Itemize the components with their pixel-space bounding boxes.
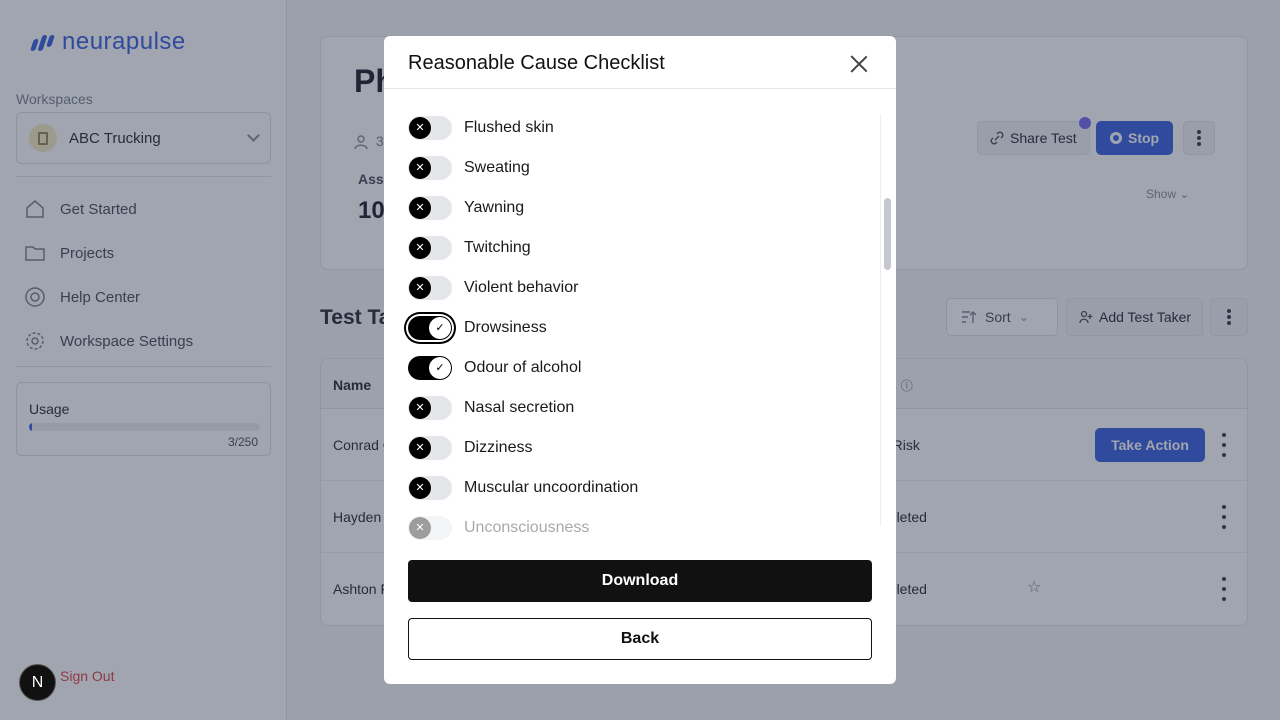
back-button[interactable]: Back [408, 618, 872, 660]
x-icon: ✕ [409, 477, 431, 499]
checklist-item-label: Nasal secretion [464, 399, 575, 416]
x-icon: ✕ [409, 117, 431, 139]
dev-badge[interactable]: N [19, 664, 56, 701]
checklist-item-label: Flushed skin [464, 119, 554, 136]
scrollbar-thumb[interactable] [884, 198, 891, 270]
close-icon[interactable] [850, 55, 868, 73]
checklist-item[interactable]: ✕ Sweating [408, 148, 530, 188]
x-icon: ✕ [409, 197, 431, 219]
checklist-item[interactable]: ✕ Unconsciousness [408, 508, 589, 540]
toggle-switch[interactable]: ✓ [408, 316, 452, 340]
modal-header: Reasonable Cause Checklist [384, 36, 896, 89]
checklist-item[interactable]: ✕ Muscular uncoordination [408, 468, 638, 508]
scrollbar-track[interactable] [880, 114, 881, 526]
toggle-switch[interactable]: ✕ [408, 156, 452, 180]
checklist-item-label: Muscular uncoordination [464, 479, 639, 496]
checklist-item-label: Odour of alcohol [464, 359, 582, 376]
checklist-item-label: Violent behavior [464, 279, 579, 296]
toggle-switch[interactable]: ✕ [408, 196, 452, 220]
toggle-switch[interactable]: ✕ [408, 516, 452, 540]
checklist-item-label: Drowsiness [464, 319, 547, 336]
checklist-item[interactable]: ✓ Drowsiness [408, 308, 547, 348]
check-icon: ✓ [429, 357, 451, 379]
checklist-item-label: Unconsciousness [464, 519, 590, 536]
x-icon: ✕ [409, 517, 431, 539]
checklist-item[interactable]: ✕ Twitching [408, 228, 531, 268]
checklist-item[interactable]: ✕ Violent behavior [408, 268, 578, 308]
modal-title: Reasonable Cause Checklist [408, 52, 665, 74]
x-icon: ✕ [409, 157, 431, 179]
x-icon: ✕ [409, 437, 431, 459]
check-icon: ✓ [429, 317, 451, 339]
checklist-item-label: Dizziness [464, 439, 533, 456]
checklist-item-label: Yawning [464, 199, 525, 216]
toggle-switch[interactable]: ✕ [408, 116, 452, 140]
checklist-item-label: Twitching [464, 239, 531, 256]
checklist-item[interactable]: ✓ Odour of alcohol [408, 348, 581, 388]
checklist-item[interactable]: ✕ Nasal secretion [408, 388, 574, 428]
toggle-switch[interactable]: ✕ [408, 276, 452, 300]
toggle-switch[interactable]: ✕ [408, 236, 452, 260]
checklist-item[interactable]: ✕ Flushed skin [408, 108, 554, 148]
checklist-item[interactable]: ✕ Dizziness [408, 428, 532, 468]
x-icon: ✕ [409, 237, 431, 259]
x-icon: ✕ [409, 277, 431, 299]
checklist: ✕ Flushed skin ✕ Sweating ✕ Yawning ✕ Twitching… [384, 108, 884, 540]
toggle-switch[interactable]: ✕ [408, 436, 452, 460]
toggle-switch[interactable]: ✓ [408, 356, 452, 380]
checklist-item-label: Sweating [464, 159, 530, 176]
checklist-item[interactable]: ✕ Yawning [408, 188, 524, 228]
x-icon: ✕ [409, 397, 431, 419]
download-button[interactable]: Download [408, 560, 872, 602]
toggle-switch[interactable]: ✕ [408, 476, 452, 500]
toggle-switch[interactable]: ✕ [408, 396, 452, 420]
checklist-modal: Reasonable Cause Checklist ✕ Flushed skin… [384, 36, 896, 684]
